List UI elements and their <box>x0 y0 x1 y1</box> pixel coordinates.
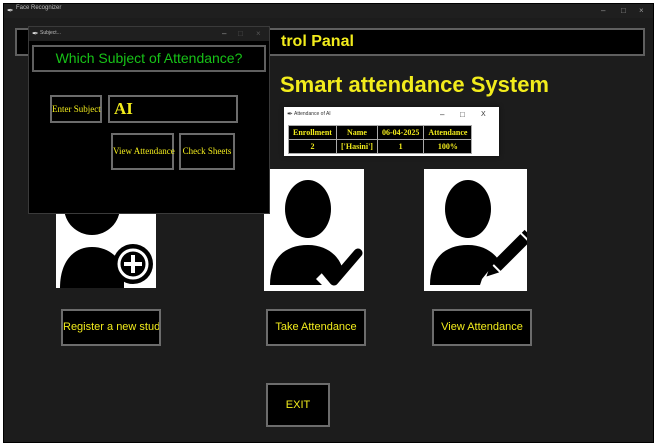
edit-user-icon <box>430 180 527 285</box>
view-attendance-sub-button[interactable]: View Attendance <box>111 133 175 170</box>
system-title: Smart attendance System <box>280 72 549 97</box>
feather-icon: ✒ <box>7 6 14 15</box>
main-window-title: Face Recognizer <box>16 5 62 11</box>
column-header: 06-04-2025 <box>376 125 425 140</box>
add-user-icon <box>60 211 153 288</box>
minimize-button[interactable]: – <box>601 5 605 16</box>
table-cell: ['Hasini'] <box>335 139 378 154</box>
register-student-tile[interactable] <box>56 211 156 288</box>
table-row: 2 ['Hasini'] 1 100% <box>288 139 473 154</box>
feather-icon: ✒ <box>32 29 39 38</box>
subject-titlebar: ✒ Subject... – □ × <box>29 27 269 41</box>
close-button[interactable]: × <box>256 28 261 39</box>
attendance-table: Enrollment Name 06-04-2025 Attendance 2 … <box>288 125 473 154</box>
check-sheets-button[interactable]: Check Sheets <box>179 133 235 170</box>
view-attendance-button[interactable]: View Attendance <box>432 309 532 346</box>
check-user-icon <box>270 180 363 286</box>
minimize-button[interactable]: – <box>440 110 444 119</box>
take-attendance-button[interactable]: Take Attendance <box>266 309 366 346</box>
table-cell: 1 <box>376 139 425 154</box>
control-panel-title: trol Panal <box>281 33 354 50</box>
subject-window-title: Subject... <box>40 30 61 36</box>
main-titlebar: ✒ Face Recognizer – □ × <box>4 4 653 18</box>
take-attendance-tile[interactable] <box>264 169 364 291</box>
subject-window: ✒ Subject... – □ × Which Subject of Atte… <box>28 26 270 214</box>
feather-icon: ✒ <box>287 111 293 118</box>
close-button[interactable]: × <box>639 5 644 16</box>
exit-button[interactable]: EXIT <box>266 383 330 427</box>
maximize-button[interactable]: □ <box>238 28 243 39</box>
subject-input[interactable] <box>108 95 238 123</box>
column-header: Enrollment <box>288 125 337 140</box>
column-header: Attendance <box>423 125 473 140</box>
attendance-window: ✒ Attendance of AI – □ X Enrollment Name… <box>284 107 499 156</box>
maximize-button[interactable]: □ <box>621 5 626 16</box>
table-cell: 100% <box>423 139 473 154</box>
table-header-row: Enrollment Name 06-04-2025 Attendance <box>288 125 473 140</box>
view-attendance-tile[interactable] <box>424 169 527 291</box>
subject-heading-box: Which Subject of Attendance? <box>32 45 266 72</box>
table-cell: 2 <box>288 139 337 154</box>
maximize-button[interactable]: □ <box>460 110 465 119</box>
close-button[interactable]: X <box>481 111 486 118</box>
register-student-button[interactable]: Register a new student <box>61 309 161 346</box>
enter-subject-label: Enter Subject <box>50 95 102 123</box>
attendance-window-title: Attendance of AI <box>294 111 331 117</box>
minimize-button[interactable]: – <box>222 28 226 39</box>
subject-heading: Which Subject of Attendance? <box>55 50 243 66</box>
attendance-titlebar: ✒ Attendance of AI – □ X <box>284 107 499 123</box>
column-header: Name <box>335 125 378 140</box>
